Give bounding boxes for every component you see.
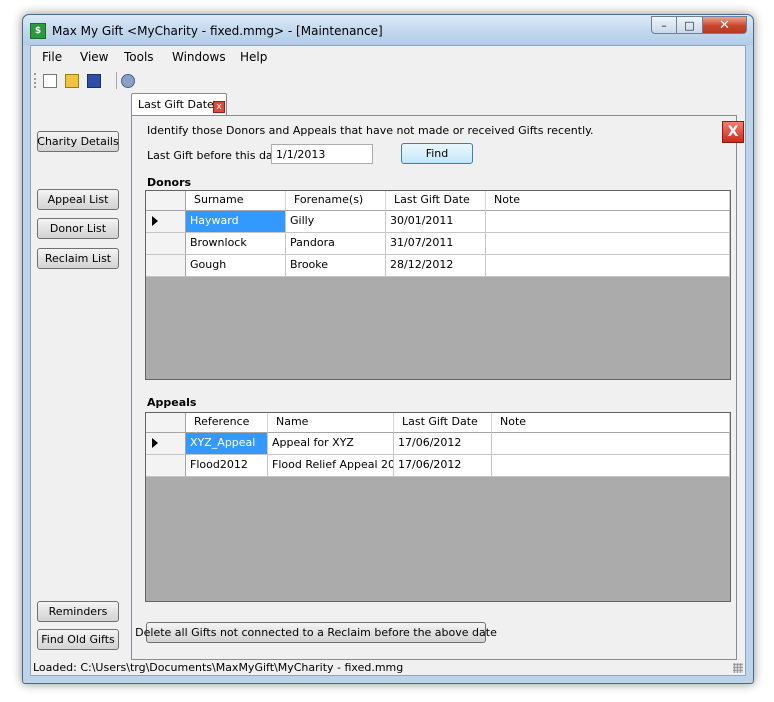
row-header[interactable] xyxy=(146,211,186,233)
last-gift-date-input[interactable] xyxy=(271,144,373,164)
open-folder-icon[interactable] xyxy=(65,74,79,88)
row-header[interactable] xyxy=(146,255,186,277)
row-header[interactable] xyxy=(146,455,186,477)
menu-bar: File View Tools Windows Help xyxy=(31,46,745,68)
cell-note[interactable] xyxy=(486,211,730,233)
cell-note[interactable] xyxy=(492,455,730,477)
new-file-icon[interactable] xyxy=(43,74,57,88)
toolbar xyxy=(31,68,745,93)
menu-file[interactable]: File xyxy=(42,50,62,64)
cell-reference[interactable]: XYZ_Appeal xyxy=(186,433,268,455)
table-row[interactable]: XYZ_Appeal Appeal for XYZ 17/06/2012 xyxy=(146,433,730,455)
table-row[interactable]: Gough Brooke 28/12/2012 xyxy=(146,255,730,277)
cell-note[interactable] xyxy=(486,255,730,277)
delete-old-gifts-button[interactable]: Delete all Gifts not connected to a Recl… xyxy=(135,622,497,643)
appeals-grid-header: Reference Name Last Gift Date Note xyxy=(146,413,730,433)
resize-grip-icon[interactable] xyxy=(733,663,743,673)
cell-surname[interactable]: Brownlock xyxy=(186,233,286,255)
sidebar: Charity Details Appeal List Donor List R… xyxy=(31,93,131,663)
current-row-icon xyxy=(152,216,158,226)
appeals-heading: Appeals xyxy=(147,396,197,409)
charity-details-button[interactable]: Charity Details xyxy=(37,131,119,152)
tab-close-icon[interactable]: x xyxy=(213,101,225,113)
cell-last-gift-date[interactable]: 28/12/2012 xyxy=(386,255,486,277)
column-header-surname[interactable]: Surname xyxy=(186,191,286,211)
header-corner xyxy=(146,191,186,211)
column-header-note[interactable]: Note xyxy=(486,191,730,211)
status-bar: Loaded: C:\Users\trg\Documents\MaxMyGift… xyxy=(31,661,745,675)
cell-last-gift-date[interactable]: 17/06/2012 xyxy=(394,455,492,477)
table-row[interactable]: Hayward Gilly 30/01/2011 xyxy=(146,211,730,233)
donors-grid[interactable]: Surname Forename(s) Last Gift Date Note … xyxy=(145,190,731,380)
cell-last-gift-date[interactable]: 31/07/2011 xyxy=(386,233,486,255)
current-row-icon xyxy=(152,438,158,448)
table-row[interactable]: Flood2012 Flood Relief Appeal 2012 17/06… xyxy=(146,455,730,477)
header-corner xyxy=(146,413,186,433)
row-header[interactable] xyxy=(146,233,186,255)
window-title: Max My Gift <MyCharity - fixed.mmg> - [M… xyxy=(52,24,383,38)
appeals-grid[interactable]: Reference Name Last Gift Date Note XYZ_A… xyxy=(145,412,731,602)
find-button[interactable]: Find xyxy=(401,143,473,164)
column-header-note[interactable]: Note xyxy=(492,413,730,433)
client-area: File View Tools Windows Help Charity Det… xyxy=(30,45,746,676)
caption-buttons: – □ ✕ xyxy=(651,16,747,35)
instruction-text: Identify those Donors and Appeals that h… xyxy=(147,124,594,137)
gift-app-icon[interactable]: $ xyxy=(30,23,46,39)
cell-surname[interactable]: Hayward xyxy=(186,211,286,233)
close-window-button[interactable]: ✕ xyxy=(703,16,747,34)
cell-forename[interactable]: Gilly xyxy=(286,211,386,233)
menu-view[interactable]: View xyxy=(80,50,108,64)
toolbar-separator xyxy=(116,72,117,89)
table-row[interactable]: Brownlock Pandora 31/07/2011 xyxy=(146,233,730,255)
find-old-gifts-button[interactable]: Find Old Gifts xyxy=(37,629,119,650)
status-text: Loaded: C:\Users\trg\Documents\MaxMyGift… xyxy=(33,661,404,674)
reclaim-list-button[interactable]: Reclaim List xyxy=(37,248,119,269)
donor-list-button[interactable]: Donor List xyxy=(37,218,119,239)
tab-strip: Last Gift Dates x xyxy=(131,93,745,116)
cell-name[interactable]: Appeal for XYZ xyxy=(268,433,394,455)
cell-reference[interactable]: Flood2012 xyxy=(186,455,268,477)
app-window: $ Max My Gift <MyCharity - fixed.mmg> - … xyxy=(22,14,754,684)
appeal-list-button[interactable]: Appeal List xyxy=(37,189,119,210)
tab-label: Last Gift Dates xyxy=(138,98,220,111)
last-gift-dates-panel: Identify those Donors and Appeals that h… xyxy=(131,115,744,660)
tab-last-gift-dates[interactable]: Last Gift Dates x xyxy=(131,93,227,116)
cell-note[interactable] xyxy=(486,233,730,255)
cell-name[interactable]: Flood Relief Appeal 2012 xyxy=(268,455,394,477)
cell-forename[interactable]: Brooke xyxy=(286,255,386,277)
reminders-button[interactable]: Reminders xyxy=(37,601,119,622)
settings-icon[interactable] xyxy=(121,74,135,88)
menu-help[interactable]: Help xyxy=(240,50,267,64)
cell-note[interactable] xyxy=(492,433,730,455)
cell-last-gift-date[interactable]: 30/01/2011 xyxy=(386,211,486,233)
column-header-last-gift-date[interactable]: Last Gift Date xyxy=(394,413,492,433)
column-header-forename[interactable]: Forename(s) xyxy=(286,191,386,211)
date-field-label: Last Gift before this date xyxy=(147,149,284,162)
column-header-reference[interactable]: Reference xyxy=(186,413,268,433)
column-header-last-gift-date[interactable]: Last Gift Date xyxy=(386,191,486,211)
donors-grid-header: Surname Forename(s) Last Gift Date Note xyxy=(146,191,730,211)
toolbar-grip[interactable] xyxy=(34,73,39,88)
donors-heading: Donors xyxy=(147,176,192,189)
menu-windows[interactable]: Windows xyxy=(172,50,226,64)
column-header-name[interactable]: Name xyxy=(268,413,394,433)
minimize-button[interactable]: – xyxy=(651,16,677,34)
close-panel-icon[interactable]: X xyxy=(722,121,744,143)
maximize-button[interactable]: □ xyxy=(677,16,703,34)
cell-surname[interactable]: Gough xyxy=(186,255,286,277)
title-bar[interactable]: $ Max My Gift <MyCharity - fixed.mmg> - … xyxy=(23,15,753,45)
save-disk-icon[interactable] xyxy=(87,74,101,88)
menu-tools[interactable]: Tools xyxy=(124,50,154,64)
cell-forename[interactable]: Pandora xyxy=(286,233,386,255)
row-header[interactable] xyxy=(146,433,186,455)
cell-last-gift-date[interactable]: 17/06/2012 xyxy=(394,433,492,455)
